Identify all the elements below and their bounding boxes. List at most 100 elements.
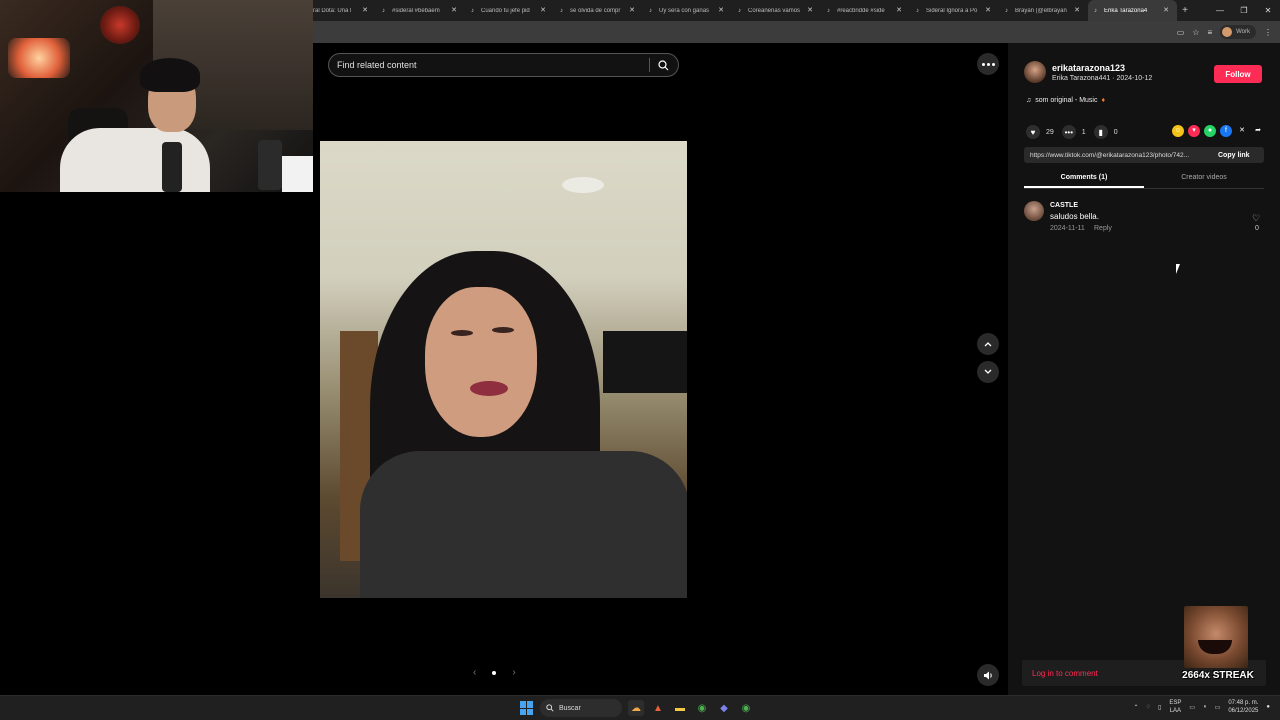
- microphone: [162, 142, 182, 192]
- reading-list-icon[interactable]: ≡: [1207, 28, 1212, 37]
- chrome-alt-icon[interactable]: ◉: [738, 700, 754, 716]
- tab-comments[interactable]: Comments (1): [1024, 169, 1144, 188]
- taskbar-search[interactable]: Buscar: [540, 699, 622, 717]
- reply-button[interactable]: Reply: [1094, 225, 1112, 232]
- whatsapp-icon[interactable]: ●: [1204, 125, 1216, 137]
- chevron-left-icon[interactable]: ‹: [473, 667, 476, 678]
- browser-toolbar: ▭ ☆ ≡ Work ⋮: [313, 21, 1280, 43]
- heart-icon: ♥: [1026, 125, 1040, 139]
- follow-button[interactable]: Follow: [1214, 65, 1262, 83]
- close-icon[interactable]: ✕: [718, 6, 724, 14]
- author-name-date: Erika Tarazona441 · 2024-10-12: [1052, 74, 1153, 82]
- close-icon[interactable]: ✕: [985, 6, 991, 14]
- logo-square: [520, 701, 526, 708]
- comment-like-count: 0: [1255, 225, 1259, 232]
- copy-link-button[interactable]: Copy link: [1218, 152, 1250, 159]
- photo-tv: [603, 331, 687, 393]
- search-button[interactable]: [650, 54, 676, 76]
- author-avatar[interactable]: [1024, 61, 1046, 83]
- window-controls: — ❐ ✕: [1208, 6, 1280, 15]
- input-language[interactable]: ESP LAA: [1169, 699, 1181, 715]
- new-tab-button[interactable]: +: [1177, 5, 1193, 16]
- chrome-icon[interactable]: ◉: [694, 700, 710, 716]
- close-icon[interactable]: ✕: [362, 6, 368, 14]
- share-arrow-icon[interactable]: ➦: [1252, 125, 1264, 137]
- teams-icon[interactable]: ◆: [716, 700, 732, 716]
- browser-tab[interactable]: ral Dota: Una l ✕: [313, 0, 376, 21]
- author-username[interactable]: erikatarazona123: [1052, 63, 1152, 73]
- battery-icon[interactable]: ▭: [1215, 704, 1221, 711]
- close-icon[interactable]: ✕: [1074, 6, 1080, 14]
- webcam-overlay: [0, 0, 313, 192]
- tab-label: #sideral #bebaem: [392, 7, 440, 14]
- like-stat[interactable]: ♥ 29: [1026, 125, 1054, 139]
- post-photo[interactable]: [320, 141, 687, 598]
- login-to-comment-link[interactable]: Log in to comment: [1032, 669, 1098, 678]
- windows-start-icon[interactable]: [520, 701, 534, 715]
- photo-lips: [470, 381, 508, 396]
- toolbar-icons: ▭ ☆ ≡ Work ⋮: [1177, 25, 1272, 39]
- volume-button[interactable]: [977, 664, 999, 686]
- next-post-button[interactable]: [977, 361, 999, 383]
- close-icon[interactable]: ✕: [1163, 6, 1169, 14]
- pagination-dot-active[interactable]: [492, 670, 497, 675]
- close-icon[interactable]: ✕: [807, 6, 813, 14]
- close-window-icon[interactable]: ✕: [1256, 6, 1280, 15]
- x-twitter-icon[interactable]: ✕: [1236, 125, 1248, 137]
- tab-label: Cuando tu jefe pid: [481, 7, 530, 14]
- chevron-right-icon[interactable]: ›: [512, 667, 515, 678]
- panel-tabs: Comments (1) Creator videos: [1024, 169, 1264, 189]
- profile-button[interactable]: Work: [1220, 25, 1256, 39]
- logo-square: [520, 708, 526, 715]
- send-share-icon[interactable]: ▾: [1188, 125, 1200, 137]
- streak-label: 2664x STREAK: [1182, 670, 1254, 681]
- bookmark-star-icon[interactable]: ☆: [1192, 28, 1199, 37]
- music-info[interactable]: ♫ som original - Music ♦: [1026, 97, 1105, 104]
- save-stat[interactable]: ▮ 0: [1093, 125, 1118, 139]
- mic-icon[interactable]: ▯: [1158, 704, 1161, 711]
- browser-menu-icon[interactable]: ⋮: [1264, 28, 1272, 37]
- browser-tab[interactable]: ♪ se olvida de compr ✕: [554, 0, 643, 21]
- widgets-icon[interactable]: ☁: [628, 700, 644, 716]
- maximize-icon[interactable]: ❐: [1232, 6, 1256, 15]
- browser-tab[interactable]: ♪ Uy sera con ganas ✕: [643, 0, 732, 21]
- speaker-icon: [983, 671, 992, 679]
- like-count: 29: [1046, 128, 1054, 136]
- taskbar-clock[interactable]: 07:48 p. m. 06/12/2025: [1228, 699, 1258, 715]
- close-icon[interactable]: ✕: [540, 6, 546, 14]
- minimize-icon[interactable]: —: [1208, 6, 1232, 15]
- commenter-name[interactable]: CASTLE: [1050, 202, 1078, 209]
- tab-creator-videos[interactable]: Creator videos: [1144, 169, 1264, 188]
- share-link-bar: https://www.tiktok.com/@erikatarazona123…: [1024, 147, 1264, 163]
- more-options-button[interactable]: [977, 53, 999, 75]
- notifications-icon[interactable]: ●: [1266, 704, 1270, 710]
- network-icon[interactable]: ◌: [1146, 704, 1150, 710]
- mouse-cursor: [1176, 264, 1180, 274]
- volume-icon[interactable]: ◖: [1203, 704, 1207, 710]
- close-icon[interactable]: ✕: [451, 6, 457, 14]
- app-a-icon[interactable]: ▲: [650, 700, 666, 716]
- chevron-up-icon[interactable]: ⌃: [1133, 704, 1138, 711]
- browser-tab[interactable]: ♪ #reacbridde #side ✕: [821, 0, 910, 21]
- photo-eye: [451, 330, 473, 336]
- browser-tab-active[interactable]: ♪ Erika Tarazona4 ✕: [1088, 0, 1177, 21]
- browser-tab[interactable]: ♪ Sideral Ignora a Po ✕: [910, 0, 999, 21]
- embed-share-icon[interactable]: ☺: [1172, 125, 1184, 137]
- cast-icon[interactable]: ▭: [1177, 28, 1185, 37]
- tiktok-icon: ♪: [560, 7, 563, 14]
- commenter-avatar[interactable]: [1024, 201, 1044, 221]
- wifi-icon[interactable]: ▭: [1189, 704, 1195, 711]
- file-explorer-icon[interactable]: ▬: [672, 700, 688, 716]
- facebook-icon[interactable]: f: [1220, 125, 1232, 137]
- heart-outline-icon[interactable]: ♡: [1252, 213, 1260, 224]
- close-icon[interactable]: ✕: [629, 6, 635, 14]
- browser-tab[interactable]: ♪ Brayan (@elbrayan ✕: [999, 0, 1088, 21]
- search-input[interactable]: [337, 60, 649, 70]
- browser-tab[interactable]: ♪ Coreanenas vamos ✕: [732, 0, 821, 21]
- taskbar-search-label: Buscar: [559, 704, 581, 712]
- browser-tab[interactable]: ♪ Cuando tu jefe pid ✕: [465, 0, 554, 21]
- browser-tab[interactable]: ♪ #sideral #bebaem ✕: [376, 0, 465, 21]
- comment-stat[interactable]: ••• 1: [1061, 125, 1086, 139]
- previous-post-button[interactable]: [977, 333, 999, 355]
- close-icon[interactable]: ✕: [896, 6, 902, 14]
